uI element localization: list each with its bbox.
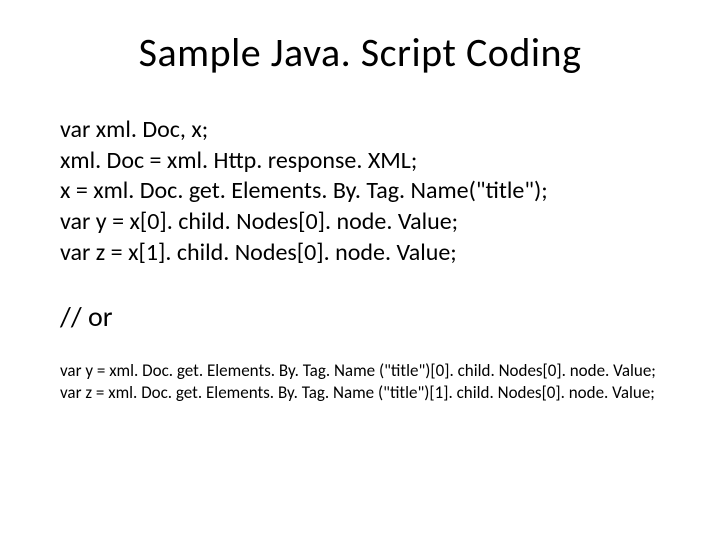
code-line: var y = x[0]. child. Nodes[0]. node. Val… — [60, 207, 660, 238]
slide-title: Sample Java. Script Coding — [60, 28, 660, 77]
code-line: var xml. Doc, x; — [60, 115, 660, 146]
code-block-2: var y = xml. Doc. get. Elements. By. Tag… — [60, 360, 660, 404]
or-comment: // or — [60, 299, 660, 334]
code-line: x = xml. Doc. get. Elements. By. Tag. Na… — [60, 176, 660, 207]
code-block-1: var xml. Doc, x; xml. Doc = xml. Http. r… — [60, 115, 660, 269]
code-line: var y = xml. Doc. get. Elements. By. Tag… — [60, 360, 660, 382]
code-line: xml. Doc = xml. Http. response. XML; — [60, 146, 660, 177]
code-line: var z = xml. Doc. get. Elements. By. Tag… — [60, 382, 660, 404]
code-line: var z = x[1]. child. Nodes[0]. node. Val… — [60, 238, 660, 269]
